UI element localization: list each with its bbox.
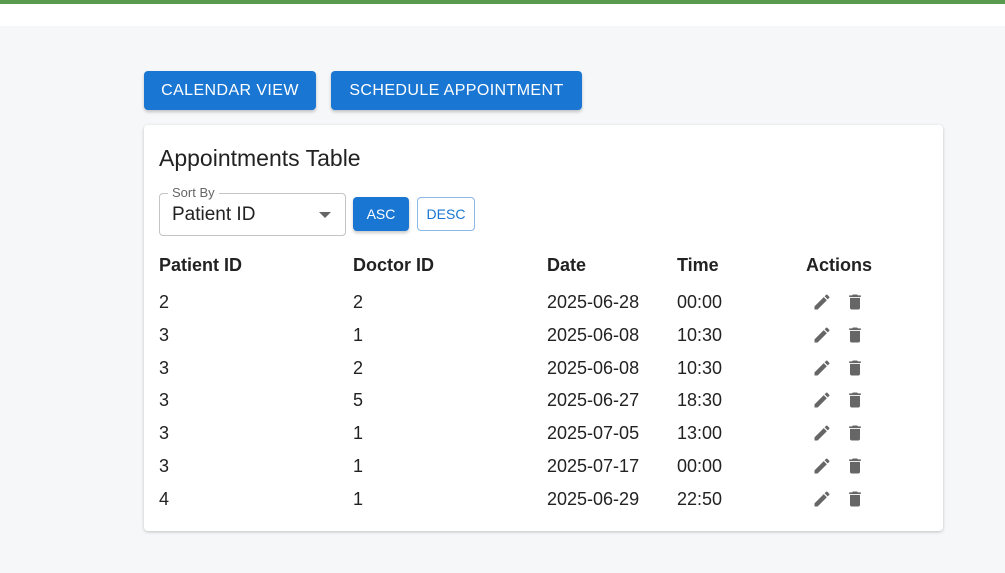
table-row: 3 2 2025-06-08 10:30 <box>144 358 943 391</box>
edit-icon[interactable] <box>811 488 833 510</box>
cell-date: 2025-06-27 <box>547 390 640 411</box>
delete-icon[interactable] <box>844 357 866 379</box>
edit-icon[interactable] <box>811 422 833 444</box>
cell-date: 2025-06-08 <box>547 324 640 345</box>
delete-icon[interactable] <box>844 455 866 477</box>
cell-patient-id: 3 <box>159 357 170 378</box>
delete-icon[interactable] <box>844 324 866 346</box>
sort-by-value: Patient ID <box>172 204 256 225</box>
cell-patient-id: 3 <box>159 324 170 345</box>
cell-time: 18:30 <box>677 390 723 411</box>
edit-icon[interactable] <box>811 291 833 313</box>
cell-doctor-id: 1 <box>353 324 364 345</box>
table-row: 3 5 2025-06-27 18:30 <box>144 390 943 423</box>
cell-time: 00:00 <box>677 456 723 476</box>
cell-time: 13:00 <box>677 423 723 444</box>
cell-patient-id: 2 <box>159 292 170 312</box>
column-header-patient-id: Patient ID <box>159 255 243 275</box>
cell-time: 00:00 <box>677 292 723 312</box>
column-header-doctor-id: Doctor ID <box>353 255 434 275</box>
delete-icon[interactable] <box>844 422 866 444</box>
delete-icon[interactable] <box>844 389 866 411</box>
cell-patient-id: 3 <box>159 390 170 411</box>
edit-icon[interactable] <box>811 324 833 346</box>
cell-time: 10:30 <box>677 324 723 345</box>
cell-time: 10:30 <box>677 357 723 378</box>
delete-icon[interactable] <box>844 291 866 313</box>
delete-icon[interactable] <box>844 488 866 510</box>
appointments-card: Appointments Table Sort By Patient ID AS… <box>144 125 943 531</box>
cell-doctor-id: 2 <box>353 292 364 312</box>
table-row: 3 1 2025-07-05 13:00 <box>144 423 943 456</box>
app-header-strip <box>0 4 1005 26</box>
cell-date: 2025-07-17 <box>547 456 640 476</box>
edit-icon[interactable] <box>811 455 833 477</box>
edit-icon[interactable] <box>811 357 833 379</box>
sort-desc-button[interactable]: DESC <box>417 197 475 231</box>
schedule-appointment-button[interactable]: SCHEDULE APPOINTMENT <box>331 71 582 110</box>
cell-doctor-id: 1 <box>353 456 364 476</box>
cell-doctor-id: 5 <box>353 390 364 411</box>
table-row: 3 1 2025-06-08 10:30 <box>144 325 943 358</box>
edit-icon[interactable] <box>811 389 833 411</box>
calendar-view-button[interactable]: CALENDAR VIEW <box>144 71 316 110</box>
cell-patient-id: 3 <box>159 423 170 444</box>
table-row: 2 2 2025-06-28 00:00 <box>144 292 943 325</box>
cell-patient-id: 3 <box>159 456 170 476</box>
cell-patient-id: 4 <box>159 488 170 509</box>
table-row: 4 1 2025-06-29 22:50 <box>144 489 943 522</box>
cell-doctor-id: 1 <box>353 488 364 509</box>
cell-date: 2025-06-28 <box>547 292 640 312</box>
sort-by-select[interactable]: Sort By Patient ID <box>159 185 346 236</box>
sort-by-label: Sort By <box>168 185 219 200</box>
column-header-date: Date <box>547 255 587 275</box>
card-title: Appointments Table <box>159 145 361 171</box>
table-row: 3 1 2025-07-17 00:00 <box>144 456 943 489</box>
dropdown-arrow-icon <box>319 212 331 218</box>
cell-date: 2025-07-05 <box>547 423 640 444</box>
column-header-actions: Actions <box>806 255 873 275</box>
column-header-time: Time <box>677 255 719 275</box>
sort-asc-button[interactable]: ASC <box>353 197 409 231</box>
cell-doctor-id: 1 <box>353 423 364 444</box>
cell-time: 22:50 <box>677 488 723 509</box>
cell-doctor-id: 2 <box>353 357 364 378</box>
cell-date: 2025-06-08 <box>547 357 640 378</box>
cell-date: 2025-06-29 <box>547 488 640 509</box>
